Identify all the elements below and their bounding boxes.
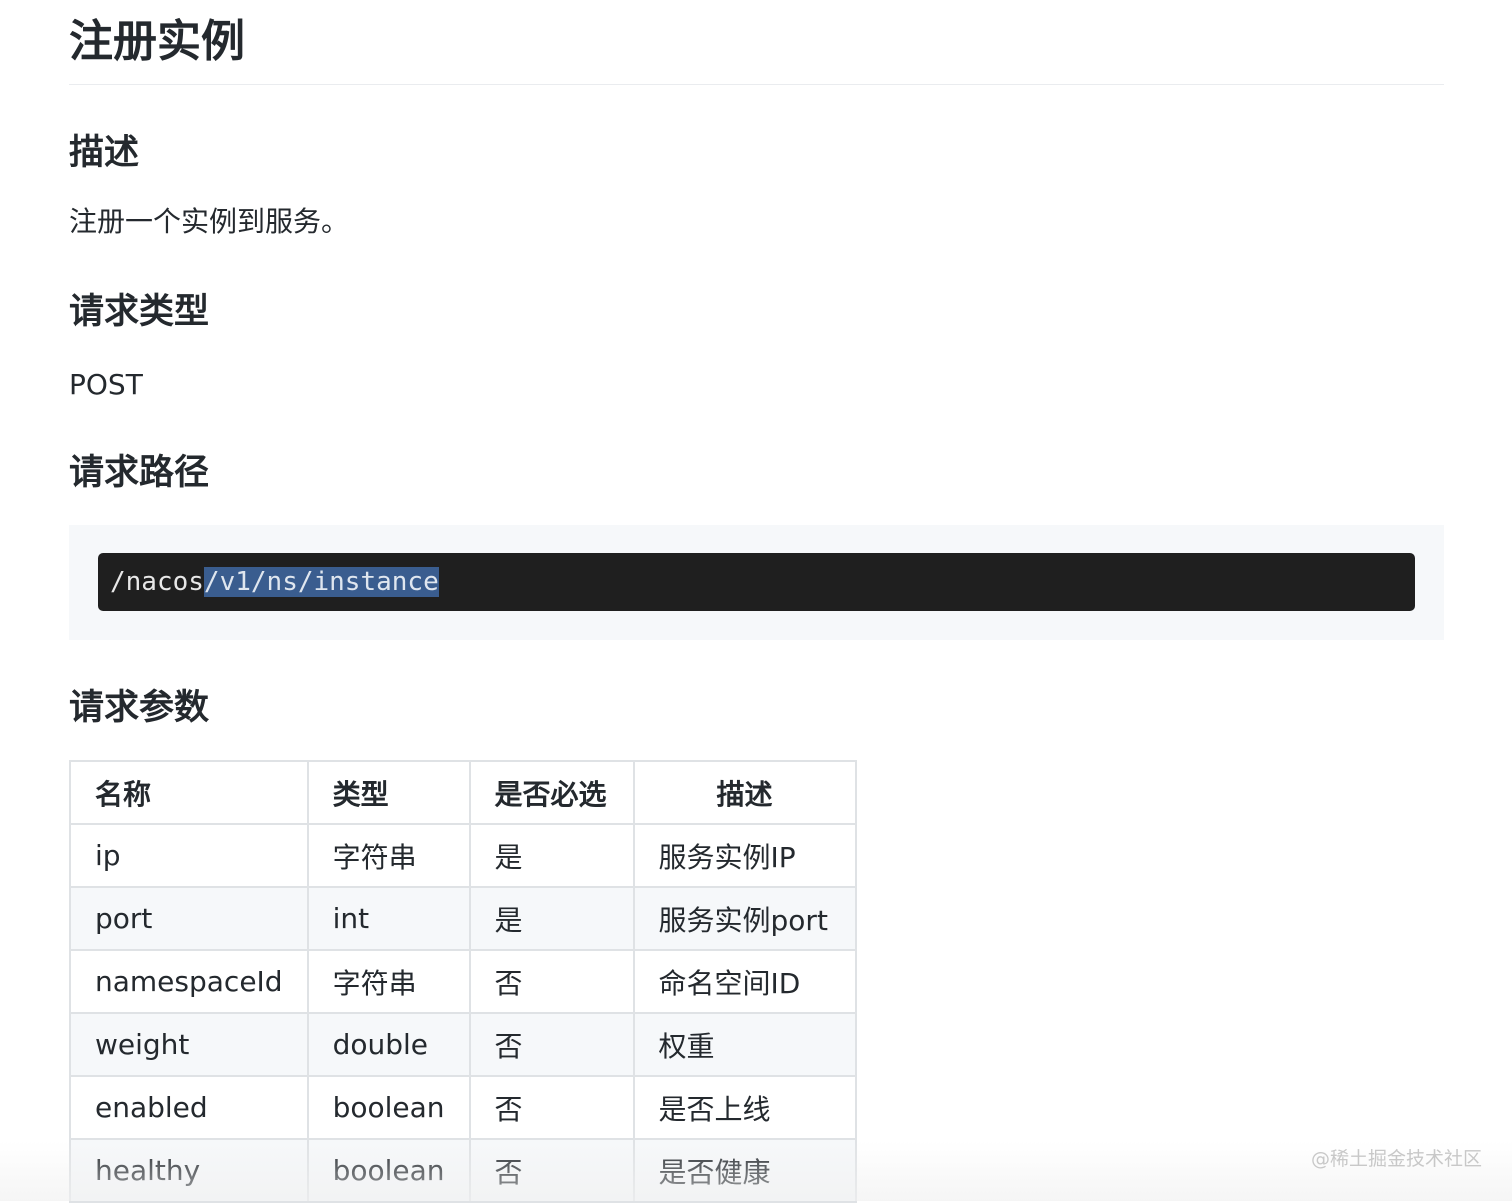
param-description-cell: 服务实例IP xyxy=(632,823,857,888)
code-block-container: /nacos/v1/ns/instance xyxy=(69,525,1444,640)
param-required-cell: 是 xyxy=(468,823,635,888)
param-name-cell: ip xyxy=(69,823,309,888)
param-required-cell: 否 xyxy=(468,949,635,1014)
param-name-cell: namespaceId xyxy=(69,949,309,1014)
table-row: port int 是 服务实例port xyxy=(69,886,857,951)
param-type-cell: 字符串 xyxy=(306,823,471,888)
description-heading: 描述 xyxy=(69,133,140,173)
param-required-cell: 是 xyxy=(468,886,635,951)
table-header-row: 名称 类型 是否必选 描述 xyxy=(69,760,857,825)
request-path-heading: 请求路径 xyxy=(69,453,210,493)
param-type-cell: 字符串 xyxy=(306,949,471,1014)
param-required-cell: 否 xyxy=(468,1138,635,1203)
code-path-selection[interactable]: /v1/ns/instance xyxy=(203,567,439,597)
param-type-cell: int xyxy=(306,886,471,951)
param-description-cell: 权重 xyxy=(632,1012,857,1077)
request-method-heading: 请求类型 xyxy=(69,292,210,332)
table-row: namespaceId 字符串 否 命名空间ID xyxy=(69,949,857,1014)
column-header-type: 类型 xyxy=(306,760,471,825)
param-required-cell: 否 xyxy=(468,1012,635,1077)
request-params-heading: 请求参数 xyxy=(69,688,210,728)
watermark: @稀土掘金技术社区 xyxy=(1310,1148,1482,1170)
param-type-cell: double xyxy=(306,1012,471,1077)
column-header-required: 是否必选 xyxy=(468,760,635,825)
request-method-value: POST xyxy=(69,368,143,401)
param-description-cell: 是否上线 xyxy=(632,1075,857,1140)
param-description-cell: 命名空间ID xyxy=(632,949,857,1014)
param-name-cell: enabled xyxy=(69,1075,309,1140)
param-required-cell: 否 xyxy=(468,1075,635,1140)
column-header-description: 描述 xyxy=(632,760,857,825)
table-row: weight double 否 权重 xyxy=(69,1012,857,1077)
code-block[interactable]: /nacos/v1/ns/instance xyxy=(98,553,1415,611)
param-description-cell: 服务实例port xyxy=(632,886,857,951)
table-row: healthy boolean 否 是否健康 xyxy=(69,1138,857,1203)
column-header-name: 名称 xyxy=(69,760,309,825)
page-title: 注册实例 xyxy=(69,0,1444,85)
description-text: 注册一个实例到服务。 xyxy=(69,205,350,238)
param-name-cell: port xyxy=(69,886,309,951)
param-name-cell: healthy xyxy=(69,1138,309,1203)
table-row: enabled boolean 否 是否上线 xyxy=(69,1075,857,1140)
code-path-prefix[interactable]: /nacos xyxy=(110,567,204,597)
param-description-cell: 是否健康 xyxy=(632,1138,857,1203)
param-name-cell: weight xyxy=(69,1012,309,1077)
params-table: 名称 类型 是否必选 描述 ip 字符串 是 服务实例IP port int 是… xyxy=(69,760,857,1203)
table-row: ip 字符串 是 服务实例IP xyxy=(69,823,857,888)
param-type-cell: boolean xyxy=(306,1138,471,1203)
param-type-cell: boolean xyxy=(306,1075,471,1140)
doc-content: 注册实例 描述 注册一个实例到服务。 请求类型 POST 请求路径 /nacos… xyxy=(69,0,1444,1203)
